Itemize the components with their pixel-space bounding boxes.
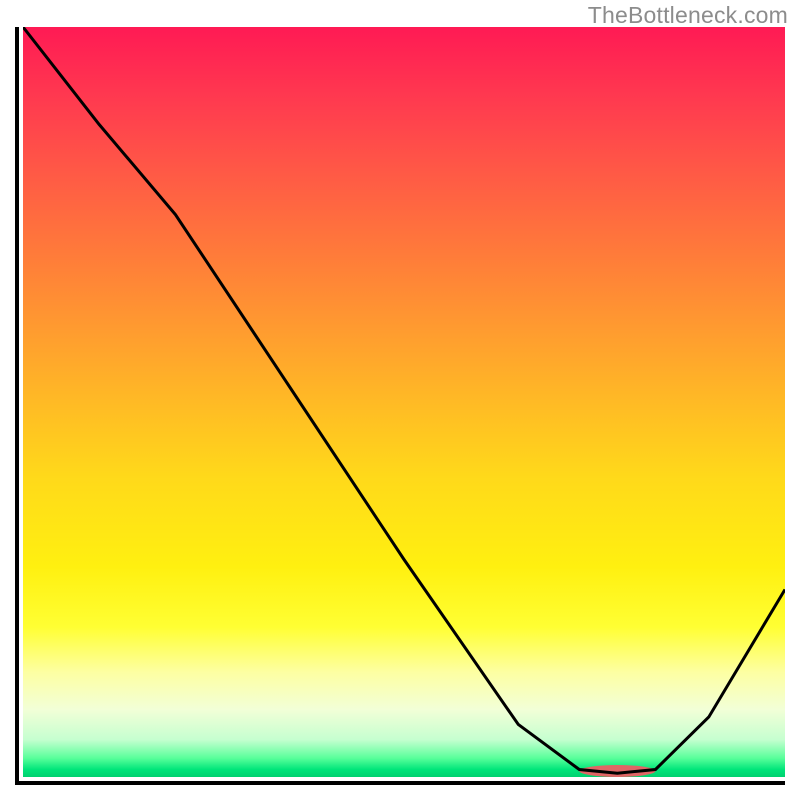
plot-area: [15, 27, 785, 785]
watermark-text: TheBottleneck.com: [588, 2, 788, 29]
chart-container: TheBottleneck.com: [0, 0, 800, 800]
chart-svg: [23, 27, 785, 777]
bottleneck-curve: [23, 27, 785, 773]
